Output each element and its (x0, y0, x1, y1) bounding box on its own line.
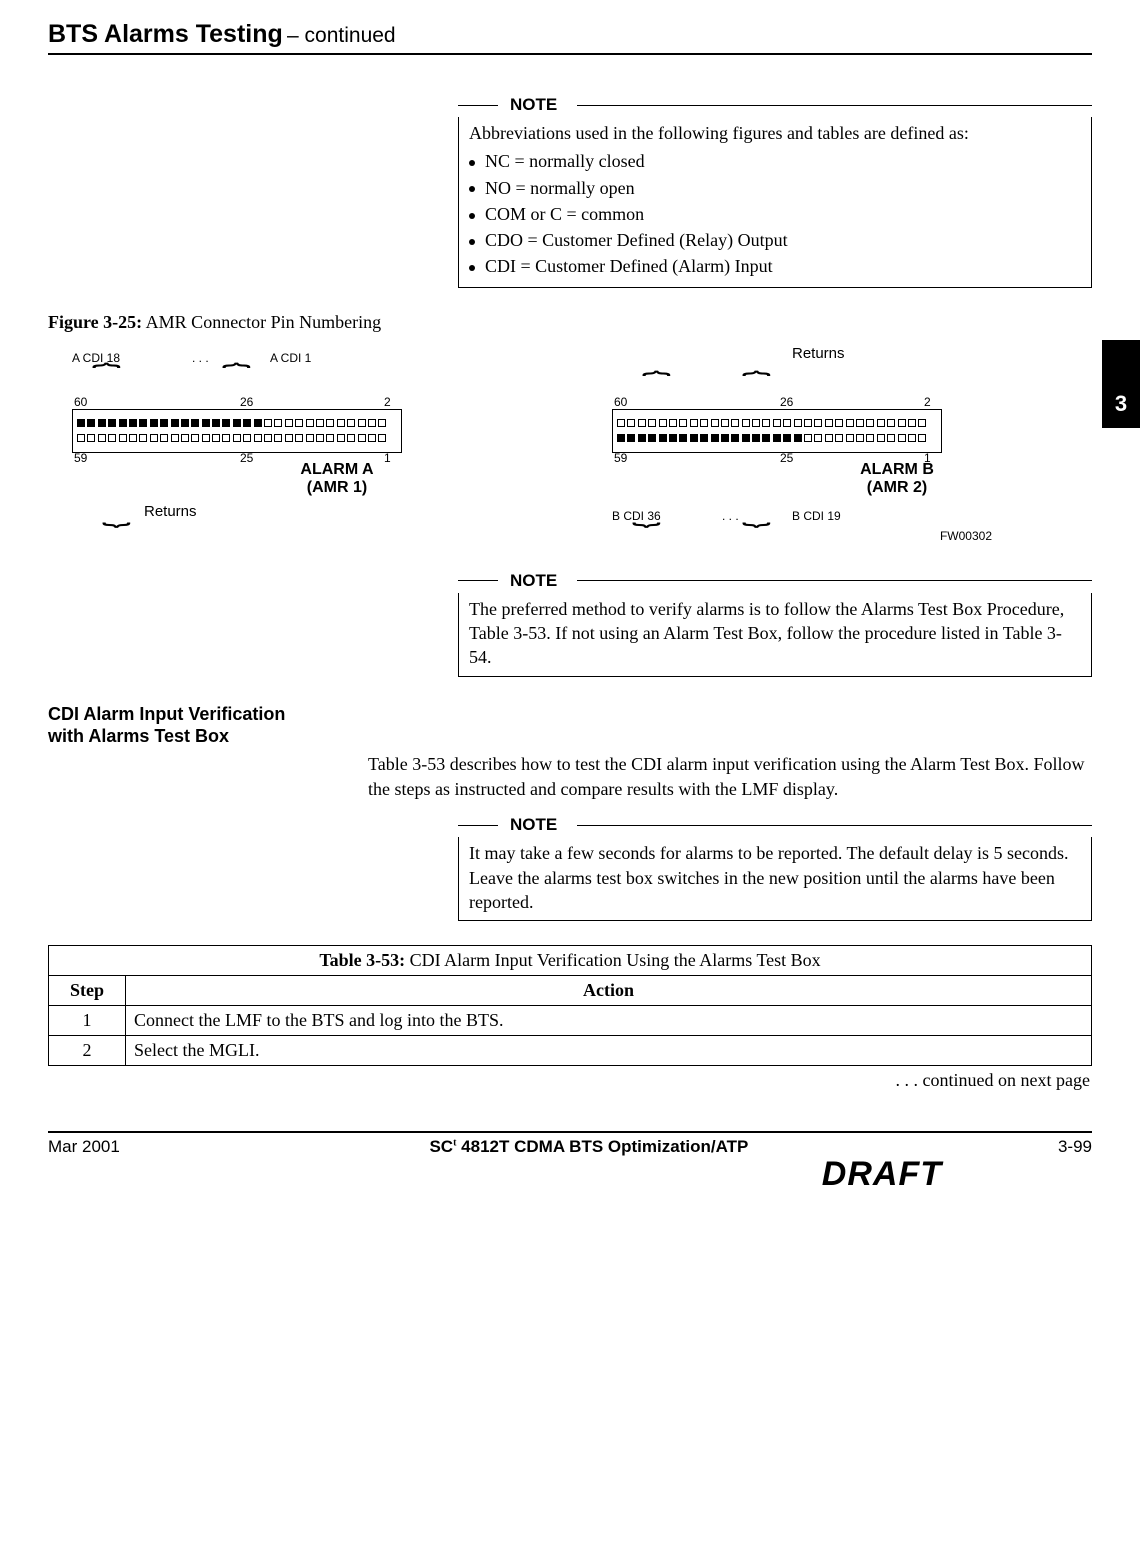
pin-number: 26 (780, 395, 793, 409)
pin-number: 59 (614, 451, 627, 465)
pin-number: 25 (240, 451, 253, 465)
step-action: Select the MGLI. (126, 1036, 1092, 1066)
section-heading: CDI Alarm Input Verification with Alarms… (48, 703, 1092, 748)
figure-title: AMR Connector Pin Numbering (146, 312, 382, 332)
header-subtitle: – continued (287, 24, 396, 47)
brace-icon: ⏞ (642, 371, 671, 399)
pin-box (72, 409, 402, 453)
cdi-ellipsis: . . . (722, 509, 739, 523)
connector-alarm-a: A CDI 18 . . . A CDI 1 ⏞ ⏞ 60 26 2 59 25… (72, 351, 432, 551)
step-action: Connect the LMF to the BTS and log into … (126, 1006, 1092, 1036)
pin-number: 26 (240, 395, 253, 409)
footer-date: Mar 2001 (48, 1137, 120, 1157)
note-delay: NOTE It may take a few seconds for alarm… (458, 815, 1092, 921)
brace-icon: ⏟ (742, 499, 771, 527)
returns-label: Returns (144, 503, 197, 520)
returns-label: Returns (792, 345, 845, 362)
amr-connector-diagram: A CDI 18 . . . A CDI 1 ⏞ ⏞ 60 26 2 59 25… (48, 341, 1092, 571)
cdi-ellipsis: . . . (192, 351, 209, 365)
note-body: It may take a few seconds for alarms to … (458, 837, 1092, 921)
abbrev-item: CDI = Customer Defined (Alarm) Input (487, 254, 1081, 278)
pin-number: 2 (924, 395, 931, 409)
note-body: The preferred method to verify alarms is… (458, 593, 1092, 677)
note-label: NOTE (510, 571, 557, 591)
step-number: 2 (49, 1036, 126, 1066)
abbrev-item: NC = normally closed (487, 149, 1081, 173)
pin-number: 25 (780, 451, 793, 465)
note-label: NOTE (510, 95, 557, 115)
section-paragraph: Table 3-53 describes how to test the CDI… (368, 752, 1092, 802)
step-number: 1 (49, 1006, 126, 1036)
table-title: Table 3-53: CDI Alarm Input Verification… (49, 946, 1092, 976)
alarm-label: ALARM A (AMR 1) (287, 461, 387, 497)
page-footer: Mar 2001 SCt 4812T CDMA BTS Optimization… (48, 1131, 1092, 1157)
side-tab-bar (1102, 340, 1140, 380)
figure-code: FW00302 (940, 529, 992, 543)
header-title: BTS Alarms Testing (48, 20, 283, 48)
table-row: 2 Select the MGLI. (49, 1036, 1092, 1066)
alarm-label: ALARM B (AMR 2) (847, 461, 947, 497)
cdi-label: B CDI 19 (792, 509, 841, 523)
cdi-label: B CDI 36 (612, 509, 661, 523)
brace-icon: ⏟ (102, 499, 131, 527)
note-label: NOTE (510, 815, 557, 835)
col-action: Action (126, 976, 1092, 1006)
pin-number: 59 (74, 451, 87, 465)
cdi-label: A CDI 1 (270, 351, 311, 365)
pin-box (612, 409, 942, 453)
table-row: 1 Connect the LMF to the BTS and log int… (49, 1006, 1092, 1036)
note-lead-text: Abbreviations used in the following figu… (469, 121, 1081, 145)
brace-icon: ⏞ (92, 363, 121, 391)
footer-page-number: 3-99 (1058, 1137, 1092, 1157)
draft-watermark: DRAFT (48, 1155, 1092, 1194)
abbrev-item: NO = normally open (487, 176, 1081, 200)
pin-number: 60 (614, 395, 627, 409)
abbrev-item: CDO = Customer Defined (Relay) Output (487, 228, 1081, 252)
figure-label: Figure 3-25: (48, 312, 142, 332)
connector-alarm-b: Returns ⏞ ⏞ 60 26 2 59 25 1 ⏟ ⏟ B CDI 36… (612, 351, 972, 551)
side-tab: 3 (1102, 380, 1140, 428)
table-3-53: Table 3-53: CDI Alarm Input Verification… (48, 945, 1092, 1066)
abbrev-item: COM or C = common (487, 202, 1081, 226)
figure-caption: Figure 3-25: AMR Connector Pin Numbering (48, 312, 1092, 333)
pin-number: 60 (74, 395, 87, 409)
brace-icon: ⏞ (222, 363, 251, 391)
pin-number: 2 (384, 395, 391, 409)
note-abbreviations: NOTE Abbreviations used in the following… (458, 95, 1092, 288)
note-preferred-method: NOTE The preferred method to verify alar… (458, 571, 1092, 677)
brace-icon: ⏞ (742, 371, 771, 399)
continued-note: . . . continued on next page (48, 1070, 1090, 1091)
col-step: Step (49, 976, 126, 1006)
footer-doc-title: SCt 4812T CDMA BTS Optimization/ATP (120, 1137, 1058, 1157)
page-header: BTS Alarms Testing – continued (48, 20, 1092, 55)
